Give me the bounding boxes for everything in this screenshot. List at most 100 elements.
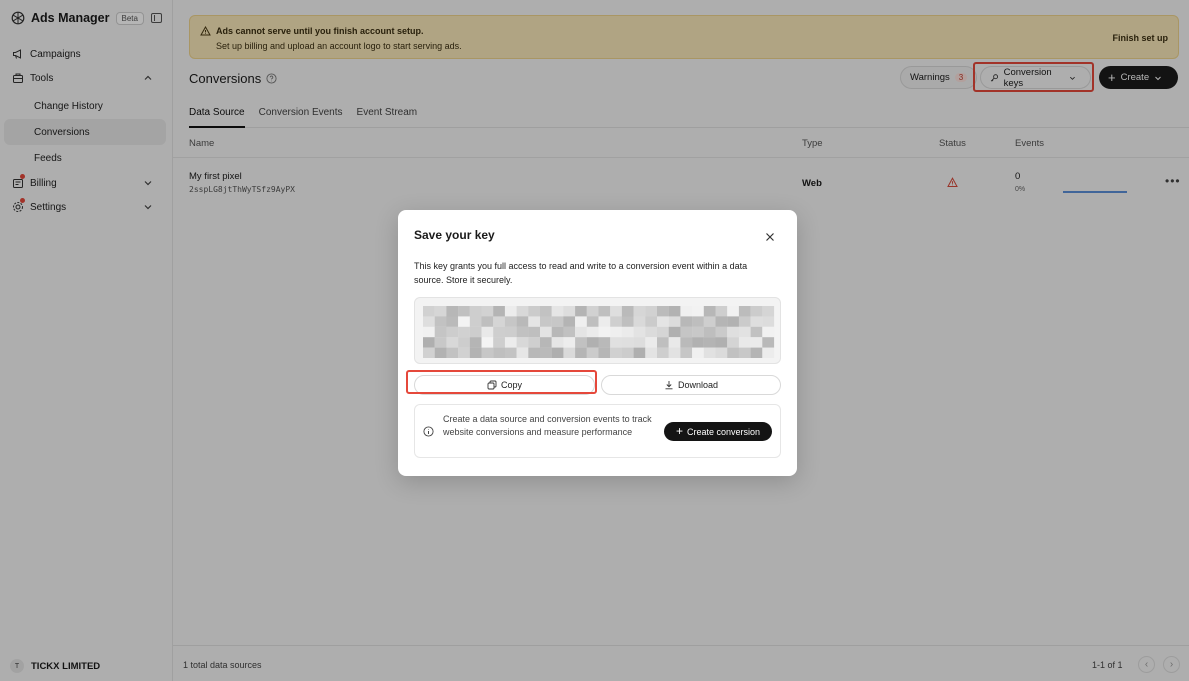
redacted-pixel — [446, 326, 459, 338]
redacted-pixel — [528, 316, 541, 327]
redacted-pixel — [458, 337, 470, 348]
redacted-pixel — [434, 337, 447, 348]
redacted-pixel — [551, 337, 564, 348]
redacted-pixel — [446, 337, 459, 348]
redacted-pixel — [692, 326, 704, 338]
redacted-pixel — [469, 306, 482, 317]
redacted-pixel — [540, 337, 552, 348]
info-icon — [423, 426, 434, 437]
download-button[interactable]: Download — [601, 375, 781, 395]
redacted-pixel — [563, 347, 576, 358]
redacted-key-pixels — [423, 306, 775, 358]
redacted-pixel — [762, 306, 775, 317]
redacted-pixel — [528, 347, 541, 358]
download-label: Download — [677, 380, 719, 390]
redacted-pixel — [762, 337, 775, 348]
redacted-pixel — [645, 306, 658, 317]
redacted-pixel — [750, 326, 763, 338]
redacted-pixel — [540, 306, 552, 317]
redacted-pixel — [633, 337, 646, 348]
redacted-pixel — [715, 347, 728, 358]
redacted-pixel — [657, 337, 669, 348]
redacted-pixel — [610, 306, 622, 317]
dialog-title: Save your key — [414, 228, 495, 242]
redacted-pixel — [680, 306, 693, 317]
redacted-pixel — [668, 306, 681, 317]
redacted-pixel — [680, 347, 693, 358]
redacted-pixel — [458, 306, 470, 317]
redacted-pixel — [586, 326, 599, 338]
redacted-pixel — [738, 326, 751, 338]
redacted-pixel — [645, 316, 658, 327]
redacted-pixel — [645, 337, 658, 348]
redacted-pixel — [692, 347, 704, 358]
redacted-pixel — [516, 316, 529, 327]
redacted-pixel — [692, 337, 704, 348]
redacted-pixel — [493, 347, 505, 358]
redacted-pixel — [575, 347, 587, 358]
create-conversion-button[interactable]: + Create conversion — [664, 422, 772, 441]
redacted-pixel — [657, 316, 669, 327]
redacted-pixel — [680, 326, 693, 338]
redacted-pixel — [715, 316, 728, 327]
redacted-pixel — [610, 326, 622, 338]
download-icon — [665, 381, 673, 390]
redacted-pixel — [621, 326, 634, 338]
redacted-pixel — [504, 337, 517, 348]
redacted-pixel — [423, 347, 435, 358]
redacted-pixel — [633, 326, 646, 338]
close-icon[interactable] — [765, 232, 775, 242]
redacted-pixel — [598, 337, 611, 348]
redacted-pixel — [657, 306, 669, 317]
redacted-pixel — [493, 326, 505, 338]
create-conversion-callout: Create a data source and conversion even… — [414, 404, 781, 458]
redacted-pixel — [598, 326, 611, 338]
redacted-pixel — [563, 326, 576, 338]
redacted-pixel — [598, 347, 611, 358]
redacted-pixel — [504, 347, 517, 358]
redacted-pixel — [586, 316, 599, 327]
redacted-pixel — [668, 316, 681, 327]
redacted-pixel — [692, 316, 704, 327]
redacted-pixel — [458, 347, 470, 358]
redacted-pixel — [633, 316, 646, 327]
redacted-pixel — [516, 337, 529, 348]
redacted-pixel — [575, 337, 587, 348]
redacted-pixel — [727, 326, 739, 338]
redacted-pixel — [446, 306, 459, 317]
redacted-pixel — [493, 306, 505, 317]
redacted-pixel — [481, 337, 494, 348]
redacted-pixel — [738, 306, 751, 317]
redacted-pixel — [750, 347, 763, 358]
redacted-pixel — [727, 306, 739, 317]
redacted-pixel — [586, 306, 599, 317]
redacted-pixel — [423, 337, 435, 348]
redacted-pixel — [551, 347, 564, 358]
key-value-box — [414, 297, 781, 364]
redacted-pixel — [504, 306, 517, 317]
redacted-pixel — [551, 306, 564, 317]
redacted-pixel — [586, 347, 599, 358]
redacted-pixel — [481, 316, 494, 327]
callout-text: Create a data source and conversion even… — [443, 414, 652, 437]
redacted-pixel — [434, 347, 447, 358]
create-conversion-label: Create conversion — [686, 426, 761, 437]
redacted-pixel — [703, 337, 716, 348]
redacted-pixel — [481, 347, 494, 358]
redacted-pixel — [633, 306, 646, 317]
redacted-pixel — [727, 347, 739, 358]
redacted-pixel — [516, 326, 529, 338]
redacted-pixel — [504, 326, 517, 338]
redacted-pixel — [668, 326, 681, 338]
redacted-pixel — [493, 316, 505, 327]
save-key-dialog: Save your key This key grants you full a… — [398, 210, 797, 476]
redacted-pixel — [598, 316, 611, 327]
redacted-pixel — [598, 306, 611, 317]
redacted-pixel — [680, 337, 693, 348]
redacted-pixel — [434, 316, 447, 327]
redacted-pixel — [645, 326, 658, 338]
plus-icon: + — [675, 424, 683, 438]
redacted-pixel — [610, 347, 622, 358]
redacted-pixel — [575, 306, 587, 317]
redacted-pixel — [738, 337, 751, 348]
